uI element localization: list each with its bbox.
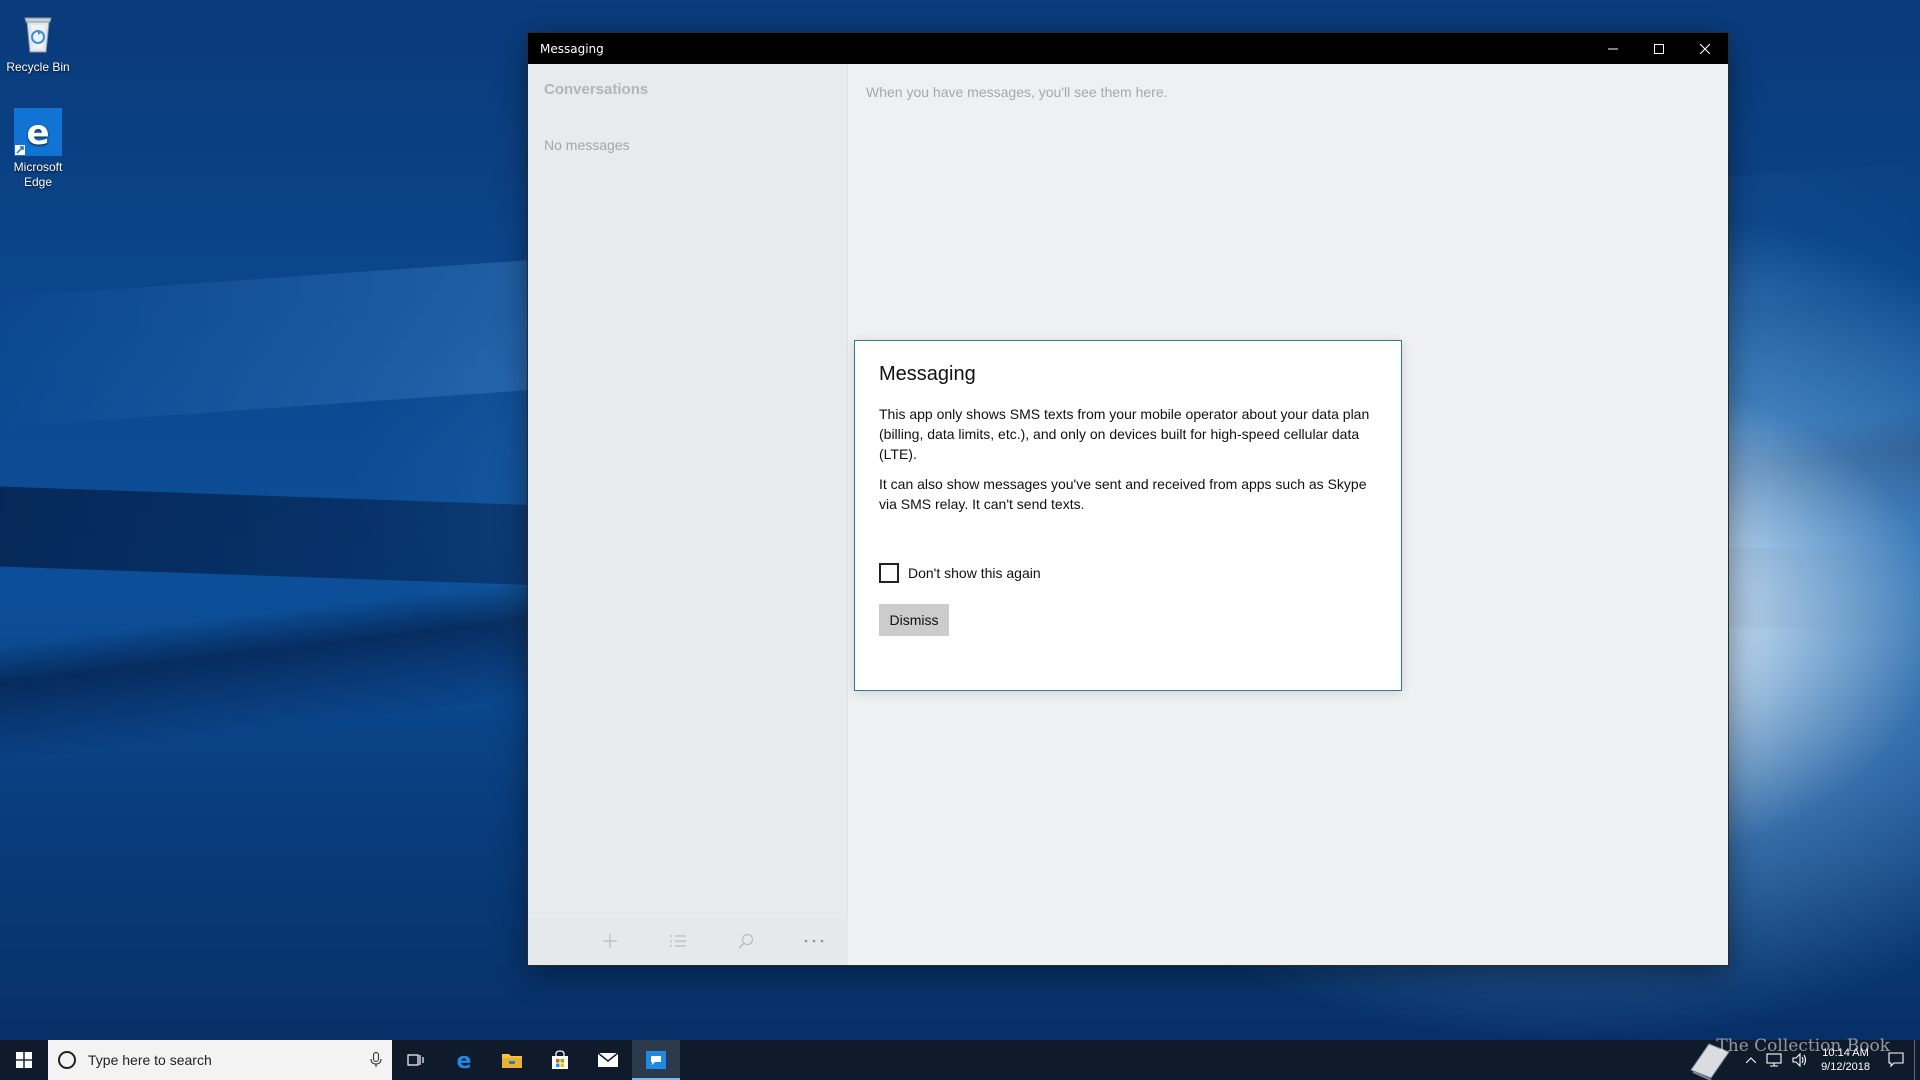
network-icon (1766, 1053, 1782, 1067)
desktop-icon-label: Microsoft Edge (13, 160, 63, 189)
notification-icon (1888, 1052, 1904, 1068)
taskbar-store-button[interactable] (536, 1040, 584, 1080)
show-hidden-icons-button[interactable] (1741, 1040, 1761, 1080)
empty-messages-hint: When you have messages, you'll see them … (866, 84, 1168, 100)
taskbar-edge-button[interactable]: e (440, 1040, 488, 1080)
search-icon (738, 933, 754, 949)
clock-date: 9/12/2018 (1821, 1061, 1870, 1073)
taskbar: Type here to search e 10:14 AM 9/12/2018 (0, 1040, 1920, 1080)
select-icon (670, 935, 686, 947)
edge-icon: e (457, 1049, 472, 1071)
close-button[interactable] (1682, 33, 1728, 64)
select-button[interactable] (644, 917, 712, 965)
minimize-icon (1608, 48, 1618, 49)
desktop-icon-recycle-bin[interactable]: Recycle Bin (0, 8, 76, 75)
chevron-up-icon (1746, 1057, 1757, 1063)
more-icon (804, 939, 824, 943)
messaging-info-dialog: Messaging This app only shows SMS texts … (854, 340, 1402, 691)
search-placeholder: Type here to search (88, 1052, 212, 1068)
edge-icon: e (14, 108, 62, 156)
task-view-button[interactable] (392, 1040, 440, 1080)
volume-icon (1792, 1053, 1807, 1067)
volume-button[interactable] (1787, 1040, 1813, 1080)
dismiss-button[interactable]: Dismiss (879, 604, 949, 636)
checkbox-label: Don't show this again (908, 565, 1041, 581)
dialog-paragraph-2: It can also show messages you've sent an… (879, 476, 1367, 512)
show-desktop-button[interactable] (1914, 1040, 1920, 1080)
dialog-title: Messaging (879, 363, 976, 385)
desktop-icon-microsoft-edge[interactable]: e Microsoft Edge (0, 108, 76, 190)
dont-show-again-option[interactable]: Don't show this again (879, 563, 1041, 583)
cortana-icon (58, 1051, 76, 1069)
add-icon (603, 934, 617, 948)
empty-conversations-text: No messages (544, 137, 630, 153)
minimize-button[interactable] (1590, 33, 1636, 64)
windows-logo-icon (16, 1052, 32, 1068)
taskbar-mail-button[interactable] (584, 1040, 632, 1080)
more-button[interactable] (780, 917, 848, 965)
taskbar-clock[interactable]: 10:14 AM 9/12/2018 (1813, 1046, 1878, 1074)
search-button[interactable] (712, 917, 780, 965)
svg-text:e: e (26, 113, 49, 153)
action-center-button[interactable] (1878, 1040, 1914, 1080)
taskbar-file-explorer-button[interactable] (488, 1040, 536, 1080)
title-bar[interactable]: Messaging (528, 33, 1728, 64)
start-button[interactable] (0, 1040, 48, 1080)
command-bar (528, 917, 848, 965)
store-icon (552, 1050, 568, 1069)
maximize-button[interactable] (1636, 33, 1682, 64)
taskbar-messaging-button[interactable] (632, 1040, 680, 1080)
dialog-paragraph-1: This app only shows SMS texts from your … (879, 406, 1370, 462)
messaging-icon (646, 1051, 666, 1069)
new-message-button[interactable] (576, 917, 644, 965)
dont-show-again-checkbox[interactable] (879, 563, 899, 583)
system-tray: 10:14 AM 9/12/2018 (1677, 1040, 1920, 1080)
task-view-icon (407, 1054, 424, 1066)
recycle-bin-icon (14, 8, 62, 56)
file-explorer-icon (502, 1054, 522, 1068)
mail-icon (597, 1052, 619, 1067)
svg-text:e: e (457, 1049, 472, 1071)
window-title: Messaging (540, 41, 604, 56)
microphone-icon[interactable] (370, 1052, 382, 1068)
maximize-icon (1654, 43, 1664, 54)
taskbar-search-box[interactable]: Type here to search (48, 1040, 392, 1080)
book-icon (1690, 1043, 1730, 1080)
pane-title: Conversations (544, 81, 649, 98)
close-icon (1700, 43, 1710, 54)
clock-time: 10:14 AM (1822, 1047, 1869, 1059)
desktop-icon-label: Recycle Bin (6, 60, 70, 74)
conversations-pane: Conversations No messages (528, 64, 848, 965)
user-avatar-button[interactable] (1677, 1040, 1741, 1080)
network-button[interactable] (1761, 1040, 1787, 1080)
